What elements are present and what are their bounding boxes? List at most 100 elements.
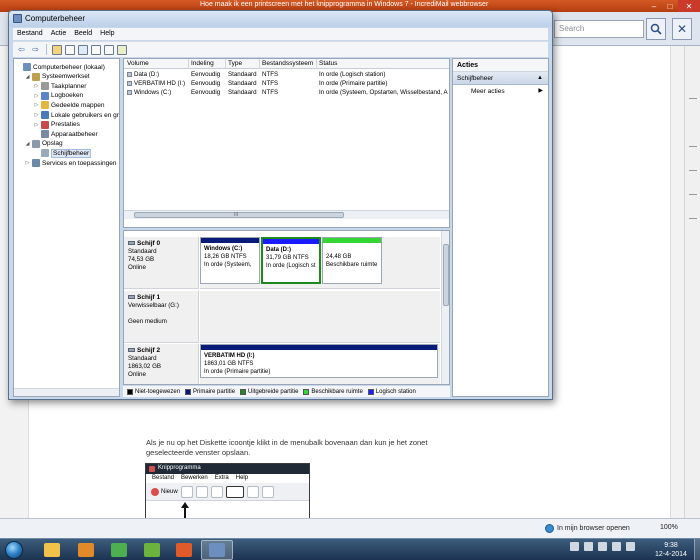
disk-label-1[interactable]: Schijf 1 Verwisselbaar (G:) Geen medium <box>124 291 199 343</box>
start-button[interactable] <box>2 539 26 560</box>
column-header[interactable]: Type <box>228 60 242 67</box>
disk-name-text: Schijf 2 <box>137 347 161 354</box>
partition-block[interactable]: VERBATIM HD (I:) 1863,01 GB NTFS In orde (… <box>200 344 438 378</box>
expand-icon[interactable]: ▷ <box>34 93 39 99</box>
taskbar-app-explorer[interactable] <box>36 540 68 560</box>
submenu-arrow-icon: ▶ <box>538 88 543 94</box>
taskbar-app-computer-management[interactable] <box>201 540 233 560</box>
tray-arrow-icon[interactable] <box>570 542 579 551</box>
column-header[interactable]: Bestandssysteem <box>262 60 313 67</box>
expand-icon[interactable]: ▷ <box>34 122 39 128</box>
tree-item[interactable]: ▷ Logboeken <box>34 91 83 101</box>
menu-help[interactable]: Help <box>100 30 114 40</box>
snipping-tool-toolbar: Nieuw <box>146 483 309 501</box>
disk-info-line: Standaard <box>128 248 157 255</box>
network-icon[interactable] <box>598 542 607 551</box>
menu-beeld[interactable]: Beeld <box>74 30 92 40</box>
table-cell: Windows (C:) <box>134 89 172 96</box>
back-button[interactable]: ⇦ <box>16 44 27 55</box>
partition-color-bar <box>323 238 381 243</box>
tree-item[interactable]: ▷ Lokale gebruikers en gr <box>34 110 119 120</box>
language-icon[interactable] <box>626 542 635 551</box>
partition-title <box>323 245 381 253</box>
taskbar-app-incredimail[interactable] <box>168 540 200 560</box>
tree-item[interactable]: ▷ Prestaties <box>34 120 80 130</box>
actions-header: Acties <box>453 59 548 72</box>
scroll-tick <box>689 194 697 195</box>
save-icon <box>180 485 193 498</box>
collapse-icon: ▲ <box>537 75 543 81</box>
volume-icon[interactable] <box>612 542 621 551</box>
tree-item[interactable]: ◢ Systeemwerkset <box>25 72 90 82</box>
partition-color-bar <box>201 238 259 243</box>
expand-icon[interactable]: ▷ <box>34 102 39 108</box>
browser-scrollbar[interactable] <box>684 46 700 518</box>
table-row[interactable]: Windows (C:) Eenvoudig Standaard NTFS In ord… <box>124 88 449 97</box>
tree-item[interactable]: ▷ Gedeelde mappen <box>34 100 105 110</box>
disk-icon <box>128 241 135 245</box>
forward-button[interactable]: ⇨ <box>30 44 41 55</box>
show-desktop-button[interactable] <box>694 539 700 560</box>
taskbar-app-chrome[interactable] <box>103 540 135 560</box>
open-in-browser-status[interactable]: In mijn browser openen <box>545 524 630 533</box>
expand-icon[interactable]: ▷ <box>34 83 39 89</box>
scissors-icon <box>149 466 155 472</box>
rescan-icon[interactable] <box>117 44 127 55</box>
tree-item-label: Prestaties <box>51 121 80 129</box>
table-row[interactable]: VERBATIM HD (I:) Eenvoudig Standaard NTFS In… <box>124 79 449 88</box>
menu-actie[interactable]: Actie <box>51 30 67 40</box>
column-header[interactable]: Indeling <box>191 60 214 67</box>
partition-block[interactable]: Windows (C:) 18,26 GB NTFS In orde (Systee… <box>200 237 260 284</box>
volume-icon <box>127 72 132 77</box>
menu-bestand[interactable]: Bestand <box>17 30 43 40</box>
expand-icon[interactable]: ◢ <box>25 74 30 80</box>
partition-block[interactable]: Data (D:) 31,79 GB NTFS In orde (Logisch s… <box>261 237 321 284</box>
disk-vertical-scrollbar[interactable] <box>441 231 449 384</box>
utorrent-icon <box>144 543 160 557</box>
table-cell: Standaard <box>228 80 257 87</box>
tree-item[interactable]: Schijfbeheer <box>34 148 92 158</box>
search-button[interactable] <box>646 18 666 40</box>
search-input[interactable]: Search <box>554 20 644 38</box>
partition-block[interactable]: 24,48 GB Beschikbare ruimte <box>322 237 382 284</box>
cm-titlebar[interactable]: Computerbeheer <box>9 11 552 27</box>
tree-item[interactable]: ◢ Opslag <box>25 139 63 149</box>
tree-item-label: Systeemwerkset <box>42 73 90 81</box>
expand-icon[interactable]: ▷ <box>25 160 30 166</box>
properties-icon[interactable] <box>91 44 101 55</box>
actions-section-schijfbeheer[interactable]: Schijfbeheer ▲ <box>453 72 548 85</box>
expand-icon[interactable]: ▷ <box>34 112 39 118</box>
console-tree: Computerbeheer (lokaal) ◢ Systeemwerkset ▷ T… <box>13 58 120 397</box>
table-row[interactable]: Data (D:) Eenvoudig Standaard NTFS In orde (… <box>124 70 449 79</box>
tree-item[interactable]: ▷ Services en toepassingen <box>25 158 116 168</box>
maximize-button[interactable]: □ <box>662 0 678 12</box>
scrollbar-thumb[interactable] <box>134 212 344 218</box>
show-hide-tree-icon[interactable] <box>65 44 75 55</box>
table-cell: VERBATIM HD (I:) <box>134 80 186 87</box>
export-list-icon[interactable] <box>104 44 114 55</box>
tree-item[interactable]: ▷ Taakplanner <box>34 81 86 91</box>
tree-item[interactable]: Apparaatbeheer <box>34 129 98 139</box>
taskbar-app-media-player[interactable] <box>70 540 102 560</box>
disk-label-2[interactable]: Schijf 2 Standaard 1863,02 GB Online <box>124 344 199 384</box>
zoom-level[interactable]: 100% <box>660 524 678 531</box>
help-icon[interactable] <box>78 44 88 55</box>
volume-horizontal-scrollbar[interactable]: III <box>124 210 449 219</box>
column-header[interactable]: Volume <box>127 60 149 67</box>
tree-item[interactable]: Computerbeheer (lokaal) <box>16 62 105 72</box>
more-actions-item[interactable]: Meer acties ▶ <box>453 85 548 97</box>
cm-toolbar: ⇦ ⇨ <box>13 41 548 57</box>
minimize-button[interactable]: – <box>646 0 662 12</box>
close-button[interactable]: ✕ <box>678 0 700 12</box>
disk-label-0[interactable]: Schijf 0 Standaard 74,53 GB Online <box>124 237 199 289</box>
taskbar-clock[interactable]: 9:38 12-4-2014 <box>651 541 691 559</box>
taskbar-app-utorrent[interactable] <box>136 540 168 560</box>
action-center-icon[interactable] <box>584 542 593 551</box>
tree-horizontal-scrollbar[interactable] <box>14 388 119 396</box>
scrollbar-thumb[interactable] <box>443 244 449 306</box>
disk-info-line: Online <box>128 264 146 271</box>
up-folder-icon[interactable] <box>52 44 62 55</box>
column-header[interactable]: Status <box>319 60 337 67</box>
close-tab-button[interactable]: ✕ <box>672 18 692 40</box>
expand-icon[interactable]: ◢ <box>25 141 30 147</box>
